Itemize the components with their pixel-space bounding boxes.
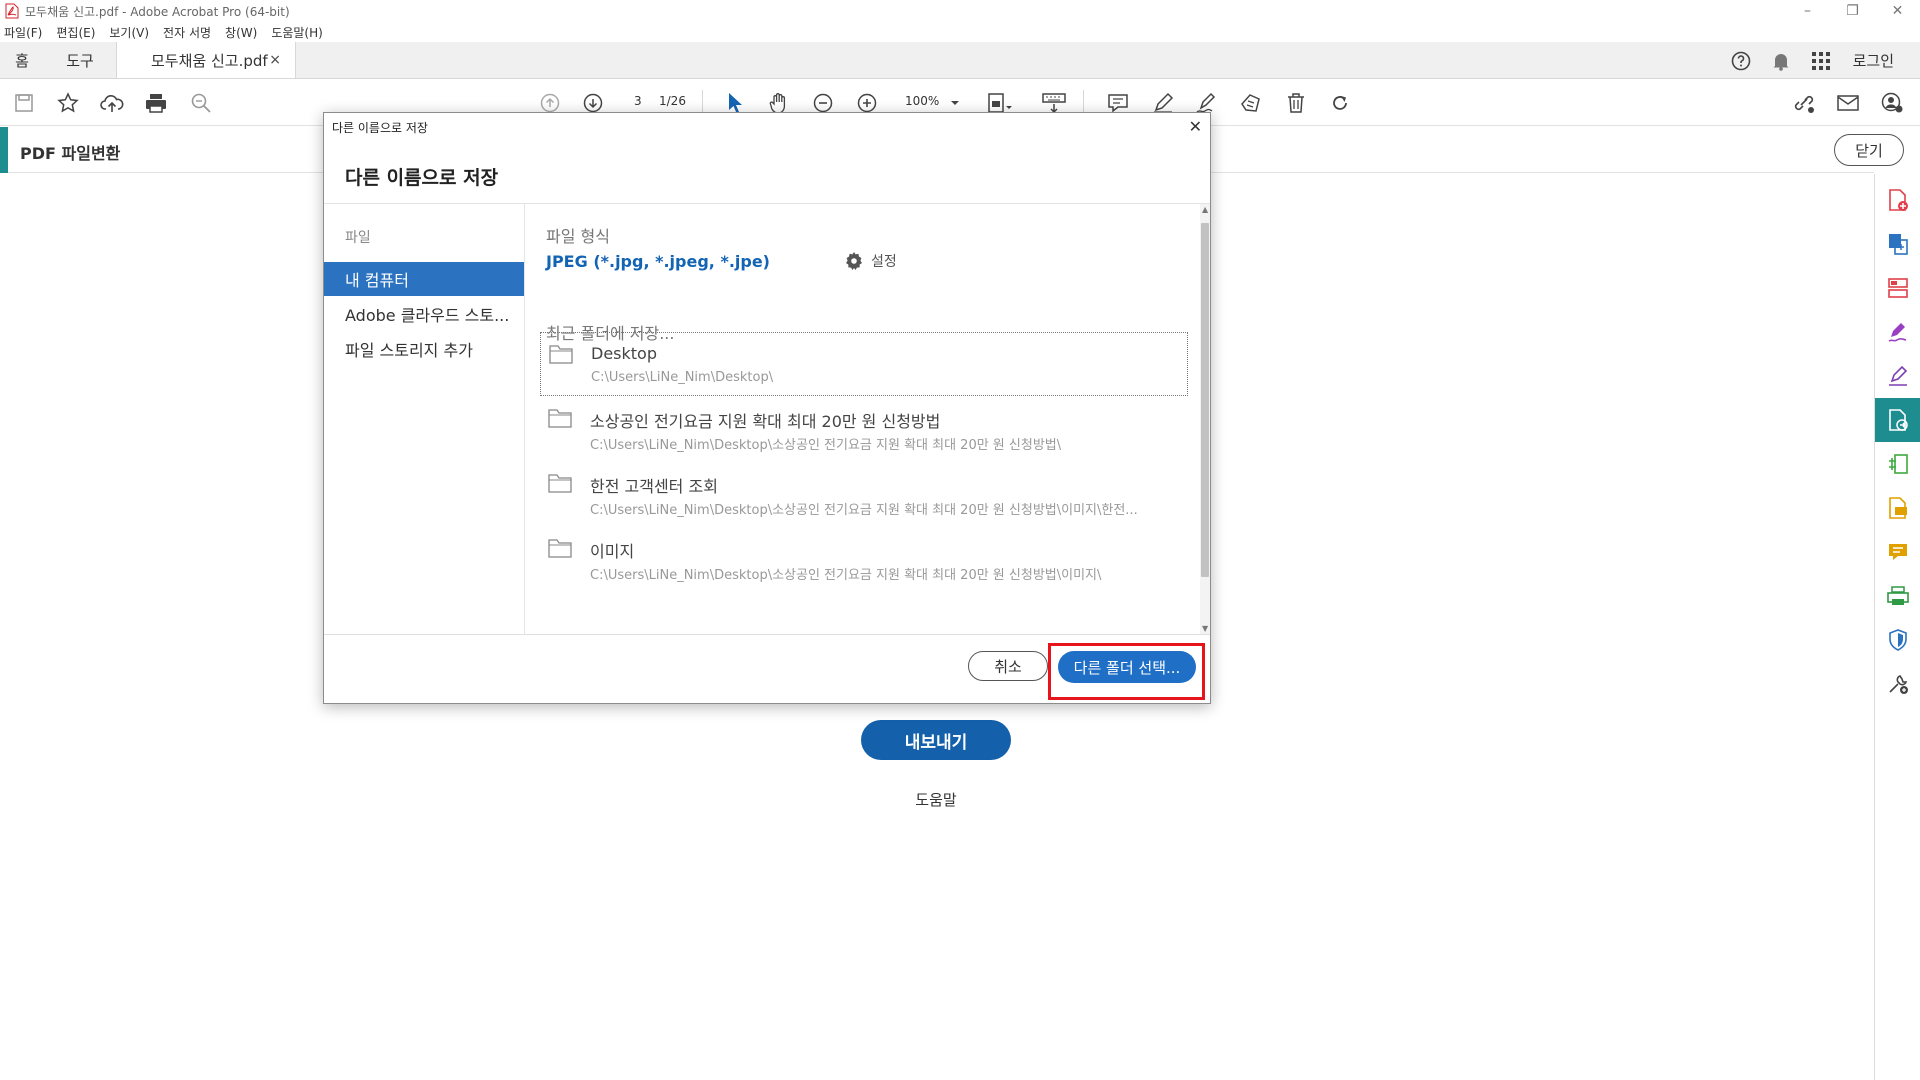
sidebar-item-add-storage[interactable]: 파일 스토리지 추가 [324,332,524,366]
tab-tools[interactable]: 도구 [44,42,116,78]
window-title: 모두채움 신고.pdf - Adobe Acrobat Pro (64-bit) [25,4,290,19]
window-titlebar: 모두채움 신고.pdf - Adobe Acrobat Pro (64-bit)… [0,0,1920,22]
edit-pdf-icon[interactable] [1875,442,1920,486]
help-icon[interactable] [1721,42,1761,79]
scroll-down-icon[interactable]: ▼ [1202,624,1208,633]
more-tools-icon[interactable] [1875,662,1920,706]
folder-icon [549,344,573,364]
tab-bar: 홈 도구 모두채움 신고.pdf × 로그인 [0,42,1920,79]
sidebar-item-adobe-cloud[interactable]: Adobe 클라우드 스토... [324,297,524,331]
export-button[interactable]: 내보내기 [861,720,1011,760]
tab-home[interactable]: 홈 [0,42,44,78]
right-tool-panel [1874,174,1920,1080]
menu-edit[interactable]: 편집(E) [56,24,95,41]
dialog-sidebar: 파일 내 컴퓨터 Adobe 클라우드 스토... 파일 스토리지 추가 [324,204,525,634]
menu-help[interactable]: 도움말(H) [271,24,323,41]
folder-row[interactable]: 소상공인 전기요금 지원 확대 최대 20만 원 신청방법 C:\Users\L… [540,397,1188,461]
dialog-caption: 다른 이름으로 저장 [332,121,428,135]
save-icon[interactable] [9,88,39,118]
restore-button[interactable]: ❐ [1830,0,1875,22]
apps-grid-icon[interactable] [1801,42,1841,79]
request-esign-icon[interactable] [1875,354,1920,398]
acrobat-app-icon [5,3,19,19]
comment-tool-icon[interactable] [1875,530,1920,574]
folder-path: C:\Users\LiNe_Nim\Desktop\소상공인 전기요금 지원 확… [590,503,1138,518]
folder-row[interactable]: 한전 고객센터 조회 C:\Users\LiNe_Nim\Desktop\소상공… [540,462,1188,526]
file-format-value[interactable]: JPEG (*.jpg, *.jpeg, *.jpe) [546,252,770,271]
print-production-icon[interactable] [1875,574,1920,618]
folder-path: C:\Users\LiNe_Nim\Desktop\ [591,370,774,385]
dialog-footer-divider [324,634,1210,635]
print-icon[interactable] [141,88,171,118]
dialog-scrollbar-thumb[interactable] [1201,223,1209,577]
scroll-up-icon[interactable]: ▲ [1202,205,1208,214]
folder-icon [548,473,572,493]
folder-path: C:\Users\LiNe_Nim\Desktop\소상공인 전기요금 지원 확… [590,438,1062,453]
settings-label: 설정 [871,254,897,270]
folder-name: Desktop [591,344,657,363]
save-as-dialog: 다른 이름으로 저장 ✕ 다른 이름으로 저장 파일 내 컴퓨터 Adobe 클… [323,112,1211,704]
star-icon[interactable] [53,88,83,118]
rotate-icon[interactable] [1325,88,1355,118]
sidebar-item-my-computer[interactable]: 내 컴퓨터 [324,262,524,296]
zoom-search-icon[interactable] [186,88,216,118]
choose-folder-button[interactable]: 다른 폴더 선택... [1058,651,1196,683]
combine-files-icon[interactable] [1875,222,1920,266]
folder-name: 한전 고객센터 조회 [590,477,718,496]
window-controls: – ❐ ✕ [1785,0,1920,22]
tab-document-label: 모두채움 신고.pdf [151,51,268,70]
settings-button[interactable]: 설정 [845,251,897,271]
dialog-close-icon[interactable]: ✕ [1189,117,1202,136]
cloud-upload-icon[interactable] [97,88,127,118]
cancel-button[interactable]: 취소 [968,651,1048,681]
delete-trash-icon[interactable] [1281,88,1311,118]
gear-icon [845,252,871,270]
dialog-content: 파일 형식 JPEG (*.jpg, *.jpeg, *.jpe) 설정 최근 … [526,204,1200,634]
file-format-label: 파일 형식 [546,227,610,246]
window-close-button[interactable]: ✕ [1875,0,1920,22]
protect-shield-icon[interactable] [1875,618,1920,662]
help-link[interactable]: 도움말 [890,789,982,810]
menu-file[interactable]: 파일(F) [4,24,42,41]
stamp-icon[interactable] [1236,88,1266,118]
tab-document[interactable]: 모두채움 신고.pdf × [116,42,296,78]
login-button[interactable]: 로그인 [1841,50,1920,71]
folder-path: C:\Users\LiNe_Nim\Desktop\소상공인 전기요금 지원 확… [590,568,1102,583]
scan-ocr-icon[interactable] [1875,486,1920,530]
folder-icon [548,408,572,428]
tab-close-icon[interactable]: × [269,52,281,68]
menu-window[interactable]: 창(W) [225,24,257,41]
organize-pages-icon[interactable] [1875,266,1920,310]
page-current-input[interactable]: 3 [634,94,642,108]
link-share-icon[interactable] [1789,88,1819,118]
create-pdf-icon[interactable] [1875,178,1920,222]
folder-name: 이미지 [590,542,635,561]
bell-icon[interactable] [1761,42,1801,79]
menu-bar: 파일(F) 편집(E) 보기(V) 전자 서명 창(W) 도움말(H) [0,22,1920,42]
fill-sign-icon[interactable] [1875,310,1920,354]
menu-esign[interactable]: 전자 서명 [163,24,211,41]
minimize-button[interactable]: – [1785,0,1830,22]
dialog-heading: 다른 이름으로 저장 [345,167,499,189]
folder-row[interactable]: 이미지 C:\Users\LiNe_Nim\Desktop\소상공인 전기요금 … [540,527,1188,591]
convert-close-button[interactable]: 닫기 [1834,134,1904,166]
share-user-icon[interactable] [1877,88,1907,118]
folder-row[interactable]: Desktop C:\Users\LiNe_Nim\Desktop\ [540,332,1188,396]
email-icon[interactable] [1833,88,1863,118]
convert-title: PDF 파일변환 [20,144,121,163]
zoom-level-select[interactable]: 100% [905,94,939,108]
convert-accent-bar [0,127,8,173]
menu-view[interactable]: 보기(V) [109,24,149,41]
sidebar-category-label: 파일 [345,230,371,246]
folder-icon [548,538,572,558]
folder-name: 소상공인 전기요금 지원 확대 최대 20만 원 신청방법 [590,412,941,431]
export-pdf-icon[interactable] [1875,398,1920,442]
tabbar-right: 로그인 [1721,42,1920,79]
page-total: 1/26 [659,94,686,108]
